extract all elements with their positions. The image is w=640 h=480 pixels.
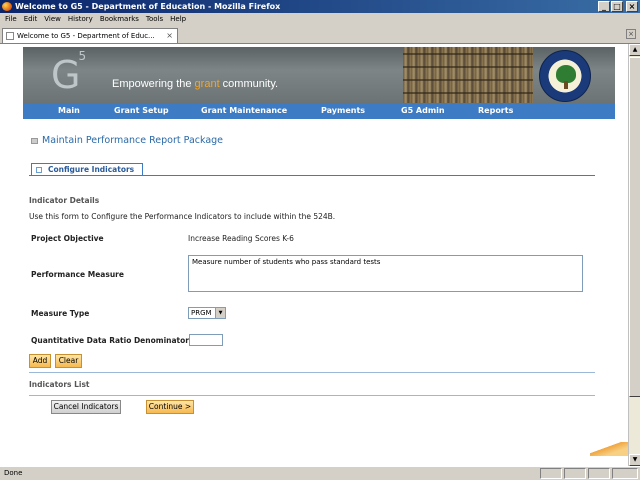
nav-g5-admin[interactable]: G5 Admin xyxy=(401,103,445,119)
scroll-thumb[interactable] xyxy=(629,57,640,397)
g5-logo-number: 5 xyxy=(78,49,86,64)
nav-grant-maintenance[interactable]: Grant Maintenance xyxy=(201,103,287,119)
tagline: Empowering the grant community. xyxy=(112,78,278,90)
menu-file[interactable]: File xyxy=(3,13,22,26)
browser-tab-active[interactable]: Welcome to G5 - Department of Educ... × xyxy=(2,28,178,43)
indicators-list-heading: Indicators List xyxy=(29,380,90,389)
chevron-down-icon[interactable]: ▼ xyxy=(215,308,225,318)
seal-trunk xyxy=(564,81,568,89)
tab-bar: Welcome to G5 - Department of Educ... × … xyxy=(0,26,640,44)
menu-tools[interactable]: Tools xyxy=(144,13,168,26)
window-title-bar: Welcome to G5 - Department of Education … xyxy=(0,0,640,13)
menu-bookmarks[interactable]: Bookmarks xyxy=(98,13,144,26)
tab-configure-indicators-label: Configure Indicators xyxy=(48,165,135,174)
clear-button[interactable]: Clear xyxy=(55,354,82,368)
minimize-button[interactable]: _ xyxy=(598,1,610,12)
performance-measure-textarea[interactable]: Measure number of students who pass stan… xyxy=(188,255,583,292)
performance-measure-label: Performance Measure xyxy=(31,270,124,279)
firefox-icon xyxy=(2,2,12,11)
instructions-text: Use this form to Configure the Performan… xyxy=(29,212,336,221)
section-divider xyxy=(29,175,595,176)
indicator-details-heading: Indicator Details xyxy=(29,196,100,205)
page-title-text: Maintain Performance Report Package xyxy=(42,135,224,146)
close-button[interactable]: × xyxy=(626,1,638,12)
main-nav: Main Grant Setup Grant Maintenance Payme… xyxy=(23,103,615,119)
project-objective-value: Increase Reading Scores K-6 xyxy=(188,234,294,243)
status-panel-3 xyxy=(588,468,610,479)
g5-logo: G5 xyxy=(51,49,86,97)
status-panel-1 xyxy=(540,468,562,479)
expand-icon xyxy=(36,167,42,173)
page-icon xyxy=(6,32,14,40)
close-tab-button[interactable]: × xyxy=(626,29,636,39)
status-panel-4 xyxy=(612,468,638,479)
tagline-start: Empowering the xyxy=(112,78,195,90)
divider-1 xyxy=(29,372,595,373)
tab-close-icon[interactable]: × xyxy=(166,29,173,43)
menu-view[interactable]: View xyxy=(42,13,66,26)
nav-reports[interactable]: Reports xyxy=(478,103,513,119)
window-title: Welcome to G5 - Department of Education … xyxy=(15,2,281,11)
measure-type-value: PRGM xyxy=(191,309,212,317)
g5-logo-letter: G xyxy=(51,53,80,97)
scroll-up-icon[interactable]: ▲ xyxy=(629,44,640,56)
status-bar: Done xyxy=(0,466,640,480)
status-panel-2 xyxy=(564,468,586,479)
page-title: Maintain Performance Report Package xyxy=(31,135,223,146)
divider-2 xyxy=(29,395,595,396)
nav-payments[interactable]: Payments xyxy=(321,103,365,119)
tab-label: Welcome to G5 - Department of Educ... xyxy=(17,32,155,40)
page-viewport: G5 Empowering the grant community. Main … xyxy=(0,44,628,466)
bookshelf-shadow xyxy=(403,47,533,105)
department-seal-icon xyxy=(539,50,591,102)
nav-grant-setup[interactable]: Grant Setup xyxy=(114,103,169,119)
footer-decoration xyxy=(590,442,628,456)
tagline-accent: grant xyxy=(194,78,220,90)
project-objective-label: Project Objective xyxy=(31,234,104,243)
measure-type-select[interactable]: PRGM ▼ xyxy=(188,307,226,319)
quant-ratio-label: Quantitative Data Ratio Denominator xyxy=(31,336,189,345)
window-controls: _ □ × xyxy=(598,1,638,12)
measure-type-label: Measure Type xyxy=(31,309,90,318)
header-banner: G5 Empowering the grant community. xyxy=(23,47,615,105)
tagline-end: community. xyxy=(219,78,279,90)
add-button[interactable]: Add xyxy=(29,354,51,368)
heading-icon xyxy=(31,137,38,144)
quant-ratio-input[interactable] xyxy=(189,334,223,346)
cancel-indicators-button[interactable]: Cancel Indicators xyxy=(51,400,121,414)
nav-main[interactable]: Main xyxy=(58,103,80,119)
vertical-scrollbar[interactable]: ▲ ▼ xyxy=(628,44,640,466)
menu-edit[interactable]: Edit xyxy=(22,13,43,26)
scroll-down-icon[interactable]: ▼ xyxy=(629,454,640,466)
menu-bar: File Edit View History Bookmarks Tools H… xyxy=(0,13,640,26)
status-text: Done xyxy=(4,469,23,477)
maximize-button[interactable]: □ xyxy=(611,1,623,12)
menu-history[interactable]: History xyxy=(66,13,98,26)
menu-help[interactable]: Help xyxy=(168,13,191,26)
continue-button[interactable]: Continue > xyxy=(146,400,194,414)
